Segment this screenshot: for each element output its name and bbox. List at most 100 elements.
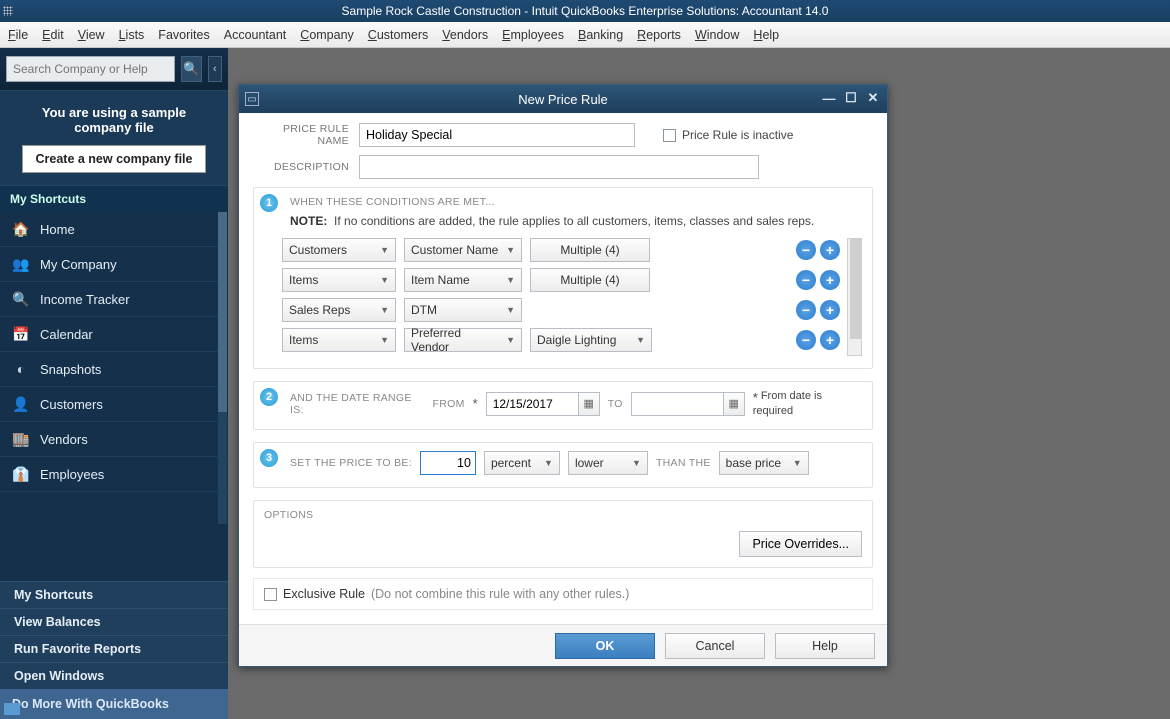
- person-icon: 👤: [12, 395, 30, 413]
- add-condition-button[interactable]: +: [820, 300, 840, 320]
- condition-type-dropdown[interactable]: Sales Reps▼: [282, 298, 396, 322]
- date-range-section: 2 AND THE DATE RANGE IS: FROM* ▦ TO ▦: [253, 381, 873, 430]
- price-direction-dropdown[interactable]: lower▼: [568, 451, 648, 475]
- remove-condition-button[interactable]: −: [796, 240, 816, 260]
- condition-value-dropdown[interactable]: Daigle Lighting▼: [530, 328, 652, 352]
- menu-banking[interactable]: Banking: [578, 28, 623, 42]
- do-more-heading[interactable]: Do More With QuickBooks: [0, 689, 228, 719]
- price-overrides-button[interactable]: Price Overrides...: [739, 531, 862, 557]
- condition-type-dropdown[interactable]: Customers▼: [282, 238, 396, 262]
- new-price-rule-dialog: ▭ New Price Rule — ☐ ✕ PRICE RULE NAME P…: [238, 84, 888, 667]
- inactive-checkbox[interactable]: [663, 129, 676, 142]
- sidebar-item-income-tracker[interactable]: 🔍Income Tracker: [0, 282, 228, 317]
- sidebar-item-label: Income Tracker: [40, 292, 130, 307]
- dropdown-value: Preferred Vendor: [411, 326, 500, 354]
- condition-row: Sales Reps▼ DTM▼ −+: [282, 298, 840, 322]
- exclusive-rule-row: Exclusive Rule (Do not combine this rule…: [253, 578, 873, 610]
- from-date-calendar-button[interactable]: ▦: [578, 392, 600, 416]
- sidebar-item-home[interactable]: 🏠Home: [0, 212, 228, 247]
- building-icon: 🏬: [12, 430, 30, 448]
- menu-lists[interactable]: Lists: [119, 28, 145, 42]
- sidebar-item-label: Employees: [40, 467, 104, 482]
- menu-view[interactable]: View: [78, 28, 105, 42]
- condition-row: Items▼ Preferred Vendor▼ Daigle Lighting…: [282, 328, 840, 352]
- help-button[interactable]: Help: [775, 633, 875, 659]
- exclusive-hint: (Do not combine this rule with any other…: [371, 587, 629, 601]
- menu-favorites[interactable]: Favorites: [158, 28, 209, 42]
- sidebar-bottom-stack: My Shortcuts View Balances Run Favorite …: [0, 581, 228, 719]
- condition-multiple-button[interactable]: Multiple (4): [530, 238, 650, 262]
- sidebar-item-vendors[interactable]: 🏬Vendors: [0, 422, 228, 457]
- nav-list: 🏠Home 👥My Company 🔍Income Tracker 📅Calen…: [0, 212, 228, 492]
- exclusive-checkbox[interactable]: [264, 588, 277, 601]
- window-menu-icon[interactable]: ▭: [245, 92, 259, 106]
- description-label: DESCRIPTION: [253, 161, 359, 173]
- company-icon: 👥: [12, 255, 30, 273]
- add-condition-button[interactable]: +: [820, 270, 840, 290]
- close-button[interactable]: ✕: [865, 90, 881, 106]
- menu-company[interactable]: Company: [300, 28, 354, 42]
- from-date-input[interactable]: [486, 392, 578, 416]
- search-button[interactable]: 🔍: [181, 56, 202, 82]
- note-text: If no conditions are added, the rule app…: [334, 214, 814, 228]
- sidebar-collapse-button[interactable]: ‹: [208, 56, 222, 82]
- condition-field-dropdown[interactable]: Item Name ▼: [404, 268, 522, 292]
- create-company-button[interactable]: Create a new company file: [22, 145, 205, 173]
- sidebar-item-my-company[interactable]: 👥My Company: [0, 247, 228, 282]
- add-condition-button[interactable]: +: [820, 240, 840, 260]
- minimize-button[interactable]: —: [821, 90, 837, 106]
- set-price-title: SET THE PRICE TO BE:: [290, 457, 412, 469]
- maximize-button[interactable]: ☐: [843, 90, 859, 106]
- step-3-badge: 3: [260, 449, 278, 467]
- condition-field-dropdown[interactable]: DTM▼: [404, 298, 522, 322]
- drag-handle[interactable]: [3, 6, 13, 16]
- menu-file[interactable]: File: [8, 28, 28, 42]
- stack-my-shortcuts[interactable]: My Shortcuts: [0, 581, 228, 608]
- price-amount-input[interactable]: [420, 451, 476, 475]
- stack-run-reports[interactable]: Run Favorite Reports: [0, 635, 228, 662]
- price-base-dropdown[interactable]: base price▼: [719, 451, 809, 475]
- to-date-calendar-button[interactable]: ▦: [723, 392, 745, 416]
- description-input[interactable]: [359, 155, 759, 179]
- dropdown-value: Daigle Lighting: [537, 333, 616, 347]
- note-prefix: NOTE:: [290, 214, 327, 228]
- add-condition-button[interactable]: +: [820, 330, 840, 350]
- menu-vendors[interactable]: Vendors: [442, 28, 488, 42]
- nav-scrollbar-thumb[interactable]: [218, 212, 227, 412]
- condition-multiple-button[interactable]: Multiple (4): [530, 268, 650, 292]
- condition-field-dropdown[interactable]: Customer Name▼: [404, 238, 522, 262]
- condition-field-dropdown[interactable]: Preferred Vendor▼: [404, 328, 522, 352]
- remove-condition-button[interactable]: −: [796, 330, 816, 350]
- remove-condition-button[interactable]: −: [796, 270, 816, 290]
- ok-button[interactable]: OK: [555, 633, 655, 659]
- caret-down-icon: ▼: [506, 275, 515, 285]
- sidebar-item-employees[interactable]: 👔Employees: [0, 457, 228, 492]
- stack-open-windows[interactable]: Open Windows: [0, 662, 228, 689]
- menu-accountant[interactable]: Accountant: [224, 28, 287, 42]
- search-input[interactable]: [6, 56, 175, 82]
- condition-type-dropdown[interactable]: Items▼: [282, 328, 396, 352]
- sidebar-item-label: Customers: [40, 397, 103, 412]
- price-rule-name-input[interactable]: [359, 123, 635, 147]
- menu-employees[interactable]: Employees: [502, 28, 564, 42]
- caret-down-icon: ▼: [506, 305, 515, 315]
- sample-file-notice: You are using a sample company file Crea…: [0, 91, 228, 186]
- menu-customers[interactable]: Customers: [368, 28, 428, 42]
- conditions-scrollbar-thumb[interactable]: [850, 239, 861, 339]
- remove-condition-button[interactable]: −: [796, 300, 816, 320]
- price-unit-dropdown[interactable]: percent▼: [484, 451, 560, 475]
- dropdown-value: Item Name: [411, 273, 470, 287]
- sidebar-item-customers[interactable]: 👤 Customers: [0, 387, 228, 422]
- sidebar-item-snapshots[interactable]: ◐Snapshots: [0, 352, 228, 387]
- menu-help[interactable]: Help: [753, 28, 779, 42]
- sidebar-item-calendar[interactable]: 📅Calendar: [0, 317, 228, 352]
- stack-view-balances[interactable]: View Balances: [0, 608, 228, 635]
- dialog-titlebar[interactable]: ▭ New Price Rule — ☐ ✕: [239, 85, 887, 113]
- menu-reports[interactable]: Reports: [637, 28, 681, 42]
- condition-type-dropdown[interactable]: Items▼: [282, 268, 396, 292]
- conditions-note: NOTE: If no conditions are added, the ru…: [290, 214, 862, 228]
- menu-edit[interactable]: Edit: [42, 28, 64, 42]
- cancel-button[interactable]: Cancel: [665, 633, 765, 659]
- to-date-input[interactable]: [631, 392, 723, 416]
- menu-window[interactable]: Window: [695, 28, 739, 42]
